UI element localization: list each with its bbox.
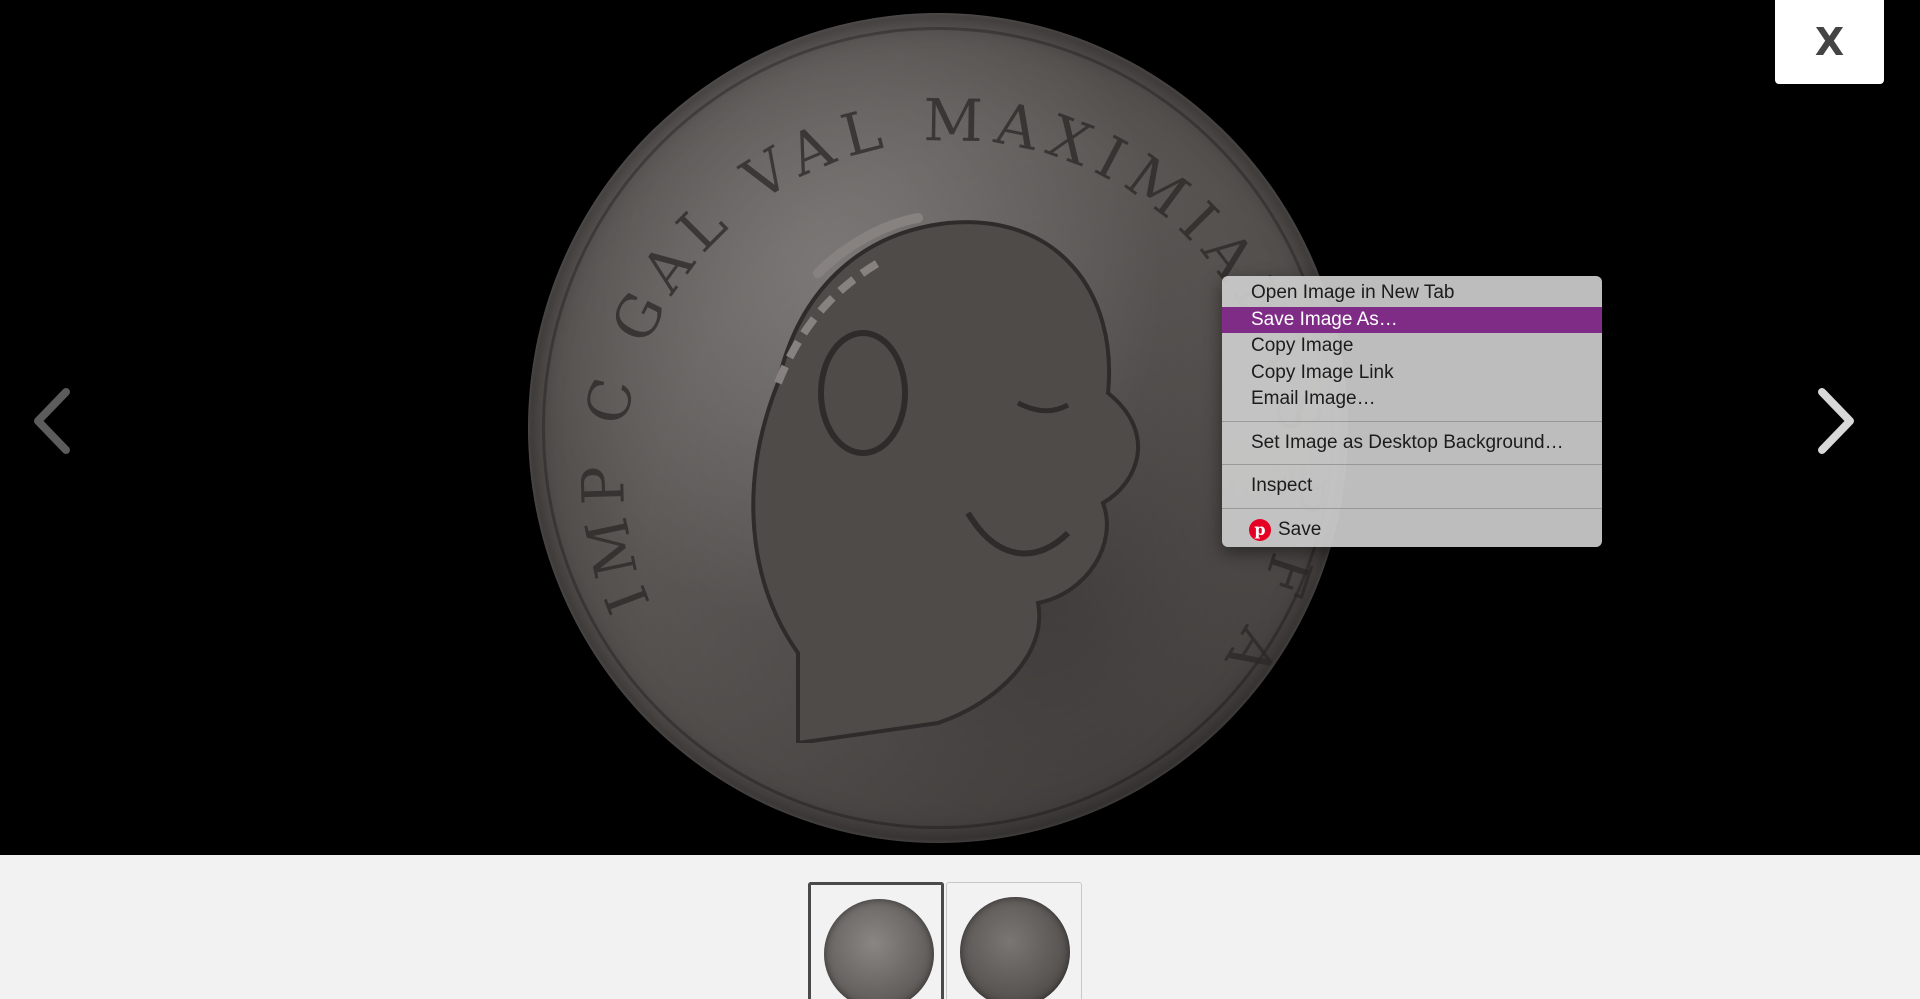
image-viewer: IMP C GAL VAL MAXIMIANVS P F AVG X Open … xyxy=(0,0,1920,855)
menu-item-email-image[interactable]: Email Image… xyxy=(1222,386,1602,413)
menu-separator xyxy=(1222,420,1602,422)
chevron-left-icon xyxy=(34,388,70,454)
menu-item-copy-image[interactable]: Copy Image xyxy=(1222,333,1602,360)
coin-portrait xyxy=(751,213,1140,743)
previous-image-button[interactable] xyxy=(22,385,82,457)
pinterest-icon: p xyxy=(1249,518,1271,541)
context-menu: Open Image in New Tab Save Image As… Cop… xyxy=(1222,276,1602,547)
coin-reverse-thumbnail[interactable] xyxy=(946,882,1082,999)
menu-item-open-image-new-tab[interactable]: Open Image in New Tab xyxy=(1222,280,1602,307)
menu-item-set-desktop-background[interactable]: Set Image as Desktop Background… xyxy=(1222,430,1602,457)
thumbnail-strip xyxy=(0,855,1920,999)
menu-item-inspect[interactable]: Inspect xyxy=(1222,473,1602,500)
menu-separator xyxy=(1222,464,1602,465)
menu-item-copy-image-link[interactable]: Copy Image Link xyxy=(1222,360,1602,387)
coin-reverse-image xyxy=(960,897,1070,999)
menu-item-pinterest-save[interactable]: p Save xyxy=(1222,517,1602,544)
menu-item-save-image-as[interactable]: Save Image As… xyxy=(1222,306,1602,333)
coin-obverse-thumbnail[interactable] xyxy=(808,882,944,999)
coin-obverse-image xyxy=(824,899,934,999)
menu-separator xyxy=(1222,507,1602,509)
chevron-right-icon xyxy=(1818,388,1854,454)
next-image-button[interactable] xyxy=(1806,385,1866,457)
close-button[interactable]: X xyxy=(1775,0,1884,84)
menu-item-label: Save xyxy=(1278,518,1322,540)
